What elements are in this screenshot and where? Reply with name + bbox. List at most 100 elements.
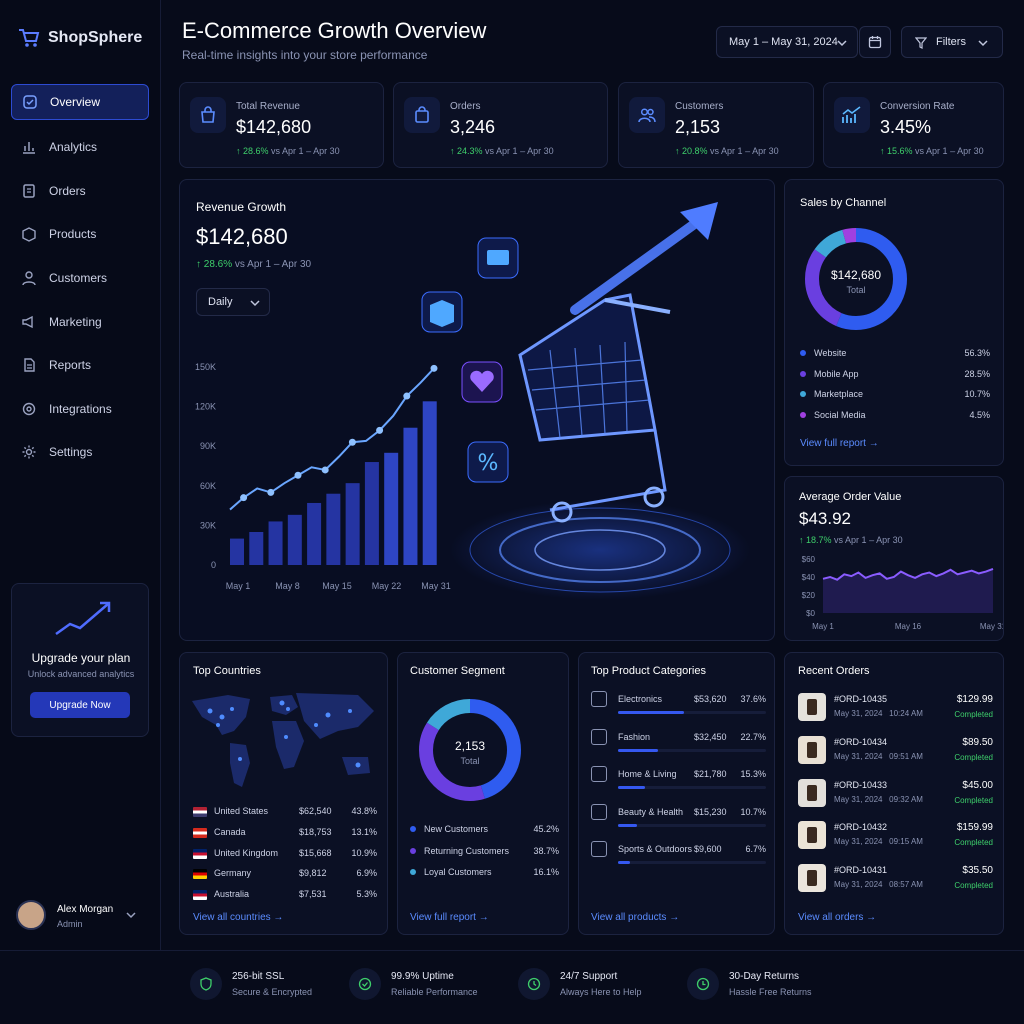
order-date-row: May 31, 2024 08:57 AM xyxy=(834,880,923,889)
order-row[interactable]: #ORD-10434 May 31, 2024 09:51 AM $89.50 Com… xyxy=(798,735,993,766)
category-pct: 10.7% xyxy=(740,806,766,817)
x-tick-label: May 15 xyxy=(322,581,352,591)
sales-by-channel-card: Sales by Channel $142,680 Total Website 5… xyxy=(784,179,1004,466)
revenue-change: ↑ 28.6% xyxy=(196,259,233,270)
stat-card-conversion[interactable]: Conversion Rate 3.45% ↑ 15.6% vs Apr 1 –… xyxy=(823,82,1004,168)
country-name: Canada xyxy=(214,826,246,837)
sidebar-item-customers[interactable]: Customers xyxy=(11,260,149,296)
top-categories-card: Top Product Categories Electronics $53,62… xyxy=(578,652,775,935)
upgrade-now-button[interactable]: Upgrade Now xyxy=(30,692,130,718)
aov-change: ↑ 18.7% xyxy=(799,535,832,545)
order-status: Completed xyxy=(954,838,993,848)
upgrade-card: Upgrade your plan Unlock advanced analyt… xyxy=(11,583,149,737)
order-row[interactable]: #ORD-10432 May 31, 2024 09:15 AM $159.99 Co… xyxy=(798,821,993,851)
sidebar-item-settings[interactable]: Settings xyxy=(11,434,149,470)
category-row[interactable]: Electronics $53,620 37.6% xyxy=(591,691,766,721)
view-all-products-link[interactable]: View all products → xyxy=(591,912,679,923)
product-image xyxy=(807,784,817,801)
legend-dot xyxy=(410,869,416,875)
view-full-report-link[interactable]: View full report → xyxy=(410,912,489,923)
shopping-cart-illustration: % xyxy=(421,202,750,600)
order-row[interactable]: #ORD-10433 May 31, 2024 09:32 AM $45.00 Com… xyxy=(798,778,993,809)
sidebar-item-marketing[interactable]: Marketing xyxy=(11,304,149,340)
recent-orders-card: Recent Orders #ORD-10435 May 31, 2024 10:… xyxy=(784,652,1004,935)
donut-center-value: $142,680 xyxy=(830,268,882,282)
user-profile[interactable]: Alex Morgan Admin xyxy=(16,898,151,932)
sidebar-item-products[interactable]: Products xyxy=(11,216,149,252)
legend-label: Mobile App xyxy=(814,368,859,379)
legend-value: 38.7% xyxy=(533,845,559,856)
country-row[interactable]: United States $62,540 43.8% xyxy=(193,805,377,819)
stat-card-orders[interactable]: Orders 3,246 ↑ 24.3% vs Apr 1 – Apr 30 xyxy=(393,82,608,168)
stat-change: ↑ 24.3% xyxy=(450,146,483,156)
shopping-bag-icon xyxy=(190,97,226,133)
country-name: United Kingdom xyxy=(214,847,279,858)
stat-label: Customers xyxy=(675,101,724,112)
view-full-report-link[interactable]: View full report → xyxy=(800,438,879,449)
order-row[interactable]: #ORD-10435 May 31, 2024 10:24 AM $129.99 Co… xyxy=(798,693,993,723)
stat-change: ↑ 28.6% xyxy=(236,146,269,156)
country-name: Australia xyxy=(214,889,250,900)
legend-item: Loyal Customers 16.1% xyxy=(410,867,559,881)
sports-shield-icon xyxy=(591,841,607,857)
country-row[interactable]: Australia $7,531 5.3% xyxy=(193,888,377,902)
sidebar-item-integrations[interactable]: Integrations xyxy=(11,391,149,427)
country-row[interactable]: Germany $9,812 6.9% xyxy=(193,867,377,881)
footer-title: 24/7 Support xyxy=(560,971,618,982)
footer-subtitle: Always Here to Help xyxy=(560,987,642,997)
category-pct: 6.7% xyxy=(745,844,766,854)
growth-arrow-icon xyxy=(55,601,111,636)
revenue-title: Revenue Growth xyxy=(196,200,287,214)
calendar-button[interactable] xyxy=(859,26,891,58)
x-tick-label: May 22 xyxy=(372,581,402,591)
sidebar-item-overview[interactable]: Overview xyxy=(11,84,149,120)
date-range-select[interactable]: May 1 – May 31, 2024 xyxy=(716,26,858,58)
order-date: May 31, 2024 xyxy=(834,794,883,804)
view-all-countries-link[interactable]: View all countries → xyxy=(193,912,283,923)
average-order-value-card: Average Order Value $43.92 ↑ 18.7% vs Ap… xyxy=(784,476,1004,641)
revenue-point xyxy=(294,471,302,479)
product-thumbnail xyxy=(798,778,826,807)
period-label: Daily xyxy=(208,296,233,308)
country-revenue: $62,540 xyxy=(299,806,332,816)
sidebar-item-orders[interactable]: Orders xyxy=(11,173,149,209)
orders-title: Recent Orders xyxy=(798,665,870,677)
country-pct: 10.9% xyxy=(351,847,377,858)
country-row[interactable]: Canada $18,753 13.1% xyxy=(193,826,377,840)
order-date: May 31, 2024 xyxy=(834,837,883,847)
returns-icon xyxy=(687,968,719,1000)
aov-chart: $60 $40 $20 $0 May 1 May 16 May 31 xyxy=(802,555,1003,631)
uptime-icon xyxy=(349,968,381,1000)
legend-label: Social Media xyxy=(814,409,866,420)
upgrade-title: Upgrade your plan xyxy=(31,651,131,665)
revenue-trend-line xyxy=(229,367,435,511)
category-row[interactable]: Home & Living $21,780 15.3% xyxy=(591,766,766,796)
stat-change: ↑ 15.6% xyxy=(880,146,913,156)
legend-dot xyxy=(800,370,806,377)
order-date-row: May 31, 2024 10:24 AM xyxy=(834,709,923,718)
sidebar-item-analytics[interactable]: Analytics xyxy=(11,129,149,165)
filters-button[interactable]: Filters xyxy=(901,26,1003,58)
order-row[interactable]: #ORD-10431 May 31, 2024 08:57 AM $35.50 Com… xyxy=(798,864,993,894)
category-bar-fill xyxy=(618,823,637,827)
order-time: 09:15 AM xyxy=(889,837,923,847)
category-row[interactable]: Fashion $32,450 22.7% xyxy=(591,728,766,759)
country-row[interactable]: United Kingdom $15,668 10.9% xyxy=(193,847,377,861)
sidebar-item-reports[interactable]: Reports xyxy=(11,347,149,383)
period-select[interactable]: Daily xyxy=(196,288,270,316)
stat-card-customers[interactable]: Customers 2,153 ↑ 20.8% vs Apr 1 – Apr 3… xyxy=(618,82,814,168)
view-all-orders-link[interactable]: View all orders → xyxy=(798,912,876,923)
category-row[interactable]: Sports & Outdoors $9,600 6.7% xyxy=(591,841,766,871)
customer-segment-card: Customer Segment 2,153 Total New Custome… xyxy=(397,652,569,935)
stat-compare: vs Apr 1 – Apr 30 xyxy=(915,146,984,156)
legend-value: 4.5% xyxy=(969,409,990,420)
stat-card-revenue[interactable]: Total Revenue $142,680 ↑ 28.6% vs Apr 1 … xyxy=(179,82,384,168)
y-tick-label: 0 xyxy=(211,560,216,570)
country-pct: 5.3% xyxy=(356,889,377,900)
shirt-icon xyxy=(591,728,607,745)
categories-title: Top Product Categories xyxy=(591,665,706,677)
legend-item: Mobile App 28.5% xyxy=(800,369,990,383)
brand-logo[interactable]: ShopSphere xyxy=(18,28,142,48)
stat-compare: vs Apr 1 – Apr 30 xyxy=(485,146,554,156)
category-row[interactable]: Beauty & Health $15,230 10.7% xyxy=(591,803,766,834)
